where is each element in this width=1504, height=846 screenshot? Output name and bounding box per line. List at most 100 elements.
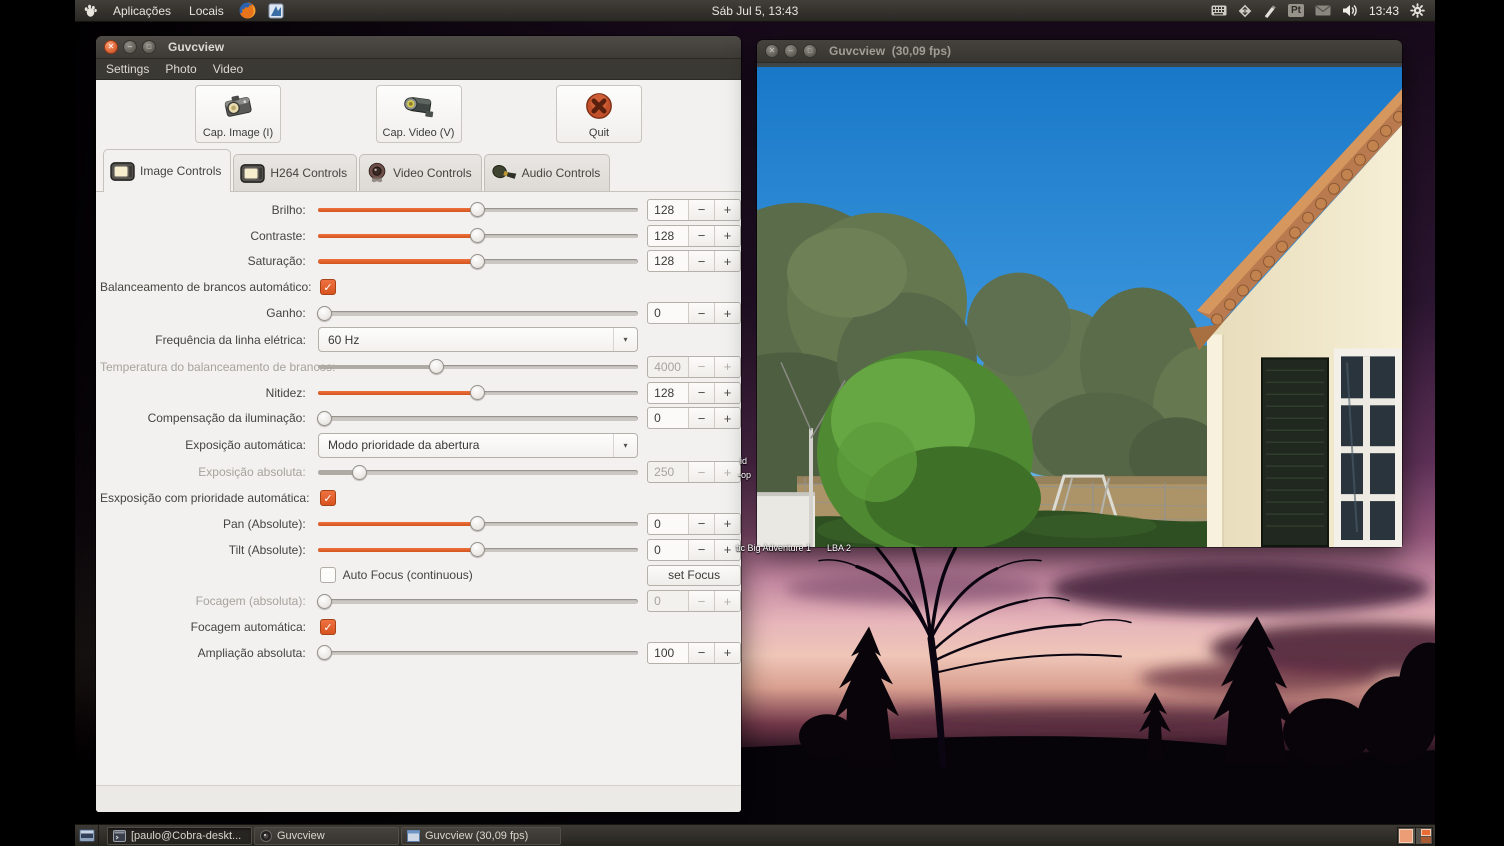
minimize-button[interactable]: – — [123, 40, 137, 54]
nitidez-value[interactable]: 128 — [648, 383, 688, 403]
ganho-increment-button[interactable]: + — [714, 303, 740, 323]
temperatura-balanceamento-decrement-button[interactable]: − — [688, 357, 714, 377]
compensacao-iluminacao-value[interactable]: 0 — [648, 408, 688, 428]
focagem-absoluta-slider[interactable] — [318, 593, 638, 610]
tab-audio-controls[interactable]: Audio Controls — [484, 154, 611, 191]
quit-button[interactable]: Quit — [556, 85, 642, 143]
temperatura-balanceamento-value[interactable]: 4000 — [648, 357, 688, 377]
workspace-switcher[interactable] — [1397, 827, 1433, 845]
menu-aplicacoes[interactable]: Aplicações — [104, 4, 180, 18]
focagem-absoluta-value[interactable]: 0 — [648, 591, 688, 611]
focagem-absoluta-increment-button[interactable]: + — [714, 591, 740, 611]
contraste-value[interactable]: 128 — [648, 226, 688, 246]
keyboard-icon[interactable] — [1211, 5, 1227, 16]
temperatura-balanceamento-slider[interactable] — [318, 358, 638, 375]
compensacao-iluminacao-slider[interactable] — [318, 410, 638, 427]
ampliacao-absoluta-decrement-button[interactable]: − — [688, 643, 714, 663]
language-indicator[interactable]: Pt — [1288, 4, 1304, 17]
ganho-value[interactable]: 0 — [648, 303, 688, 323]
tilt-absolute-slider[interactable] — [318, 541, 638, 558]
pan-absolute-value[interactable]: 0 — [648, 514, 688, 534]
saturacao-value[interactable]: 128 — [648, 251, 688, 271]
video-window-titlebar[interactable]: ✕ – □ Guvcview (30,09 fps) — [757, 40, 1402, 63]
tilt-absolute-slider-thumb[interactable] — [470, 542, 485, 557]
taskbar-item-guvcview[interactable]: Guvcview — [254, 827, 399, 845]
brilho-slider-thumb[interactable] — [470, 202, 485, 217]
exposicao-automatica-dropdown[interactable]: Modo prioridade da abertura ▾ — [318, 433, 638, 458]
contraste-increment-button[interactable]: + — [714, 226, 740, 246]
show-desktop-button[interactable] — [75, 825, 99, 846]
software-updater-icon[interactable] — [1238, 4, 1252, 18]
close-button[interactable]: ✕ — [765, 44, 779, 58]
temperatura-balanceamento-slider-thumb[interactable] — [429, 359, 444, 374]
distro-menu-icon[interactable] — [83, 3, 98, 18]
exposicao-absoluta-decrement-button[interactable]: − — [688, 462, 714, 482]
tab-video-controls[interactable]: Video Controls — [359, 154, 482, 191]
taskbar-item-guvcview-30-09-fps[interactable]: Guvcview (30,09 fps) — [401, 827, 561, 845]
saturacao-slider[interactable] — [318, 253, 638, 270]
minimize-button[interactable]: – — [784, 44, 798, 58]
ganho-slider-thumb[interactable] — [317, 306, 332, 321]
taskbar-item-paulo-cobra-deskt[interactable]: [paulo@Cobra-deskt... — [107, 827, 252, 845]
exposicao-absoluta-slider-thumb[interactable] — [352, 465, 367, 480]
set-focus-button[interactable]: set Focus — [647, 565, 741, 586]
focagem-absoluta-decrement-button[interactable]: − — [688, 591, 714, 611]
desktop-icon-label[interactable]: tic Big Adventure 1 — [736, 543, 811, 553]
volume-icon[interactable] — [1342, 4, 1358, 17]
nitidez-slider-thumb[interactable] — [470, 385, 485, 400]
focagem-automatica-checkbox[interactable]: ✓ — [320, 619, 336, 635]
cap-image-i-button[interactable]: Cap. Image (I) — [195, 85, 281, 143]
close-button[interactable]: ✕ — [104, 40, 118, 54]
desktop-icon-label[interactable]: LBA 2 — [827, 543, 851, 553]
tilt-absolute-value[interactable]: 0 — [648, 540, 688, 560]
contraste-decrement-button[interactable]: − — [688, 226, 714, 246]
ampliacao-absoluta-slider[interactable] — [318, 644, 638, 661]
maximize-button[interactable]: □ — [142, 40, 156, 54]
tilt-absolute-decrement-button[interactable]: − — [688, 540, 714, 560]
main-window-titlebar[interactable]: ✕ – □ Guvcview — [96, 36, 741, 59]
menu-video[interactable]: Video — [205, 59, 251, 80]
menu-settings[interactable]: Settings — [98, 59, 157, 80]
exposicao-absoluta-value[interactable]: 250 — [648, 462, 688, 482]
nitidez-slider[interactable] — [318, 384, 638, 401]
brilho-value[interactable]: 128 — [648, 200, 688, 220]
workspace-2[interactable] — [1415, 828, 1432, 844]
pan-absolute-slider[interactable] — [318, 515, 638, 532]
compensacao-iluminacao-increment-button[interactable]: + — [714, 408, 740, 428]
gear-icon[interactable] — [1410, 3, 1425, 18]
pan-absolute-slider-thumb[interactable] — [470, 516, 485, 531]
ganho-slider[interactable] — [318, 305, 638, 322]
tab-h264-controls[interactable]: H264 Controls — [233, 154, 357, 191]
workspace-1[interactable] — [1398, 828, 1415, 844]
brilho-decrement-button[interactable]: − — [688, 200, 714, 220]
menu-photo[interactable]: Photo — [157, 59, 204, 80]
temperatura-balanceamento-increment-button[interactable]: + — [714, 357, 740, 377]
auto-focus-checkbox[interactable] — [320, 567, 336, 583]
compensacao-iluminacao-slider-thumb[interactable] — [317, 411, 332, 426]
pan-absolute-decrement-button[interactable]: − — [688, 514, 714, 534]
balanceamento-brancos-auto-checkbox[interactable]: ✓ — [320, 279, 336, 295]
pan-absolute-increment-button[interactable]: + — [714, 514, 740, 534]
frequencia-linha-eletrica-dropdown[interactable]: 60 Hz ▾ — [318, 327, 638, 352]
brilho-increment-button[interactable]: + — [714, 200, 740, 220]
ganho-decrement-button[interactable]: − — [688, 303, 714, 323]
nitidez-decrement-button[interactable]: − — [688, 383, 714, 403]
exposicao-absoluta-increment-button[interactable]: + — [714, 462, 740, 482]
ampliacao-absoluta-slider-thumb[interactable] — [317, 645, 332, 660]
saturacao-increment-button[interactable]: + — [714, 251, 740, 271]
saturacao-decrement-button[interactable]: − — [688, 251, 714, 271]
saturacao-slider-thumb[interactable] — [470, 254, 485, 269]
contraste-slider[interactable] — [318, 227, 638, 244]
ampliacao-absoluta-increment-button[interactable]: + — [714, 643, 740, 663]
tablet-pen-icon[interactable] — [1263, 4, 1277, 18]
maximize-button[interactable]: □ — [803, 44, 817, 58]
contraste-slider-thumb[interactable] — [470, 228, 485, 243]
firefox-icon[interactable] — [239, 2, 256, 19]
brilho-slider[interactable] — [318, 201, 638, 218]
exposicao-prioridade-auto-checkbox[interactable]: ✓ — [320, 490, 336, 506]
desktop-icon-label[interactable]: id — [740, 456, 747, 466]
ampliacao-absoluta-value[interactable]: 100 — [648, 643, 688, 663]
menu-locais[interactable]: Locais — [180, 4, 233, 18]
nitidez-increment-button[interactable]: + — [714, 383, 740, 403]
cap-video-v-button[interactable]: Cap. Video (V) — [376, 85, 462, 143]
